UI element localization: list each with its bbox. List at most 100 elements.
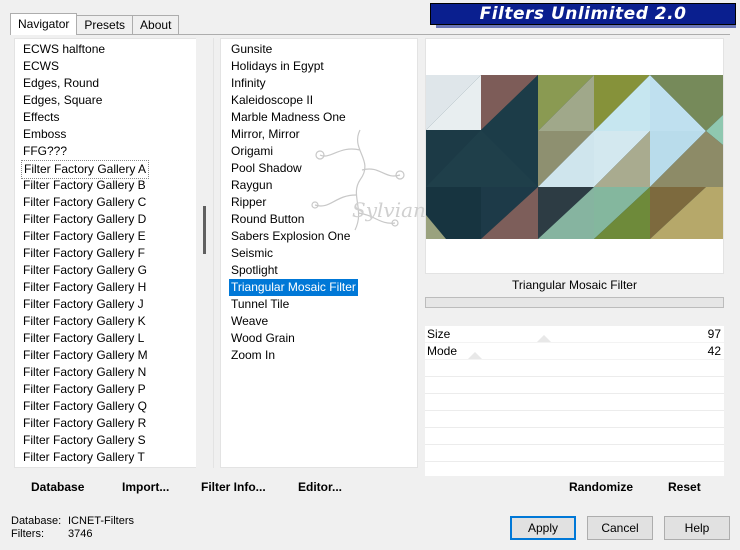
filter-item[interactable]: Triangular Mosaic Filter [221, 279, 417, 296]
param-size-slider-marker[interactable] [537, 335, 551, 342]
parameter-panel: Size 97 Mode 42 [425, 326, 724, 476]
filter-item[interactable]: Seismic [221, 245, 417, 262]
randomize-button[interactable]: Randomize [569, 480, 633, 494]
category-item[interactable]: Filter Factory Gallery J [15, 296, 213, 313]
category-item-label: Edges, Round [23, 76, 100, 90]
category-item[interactable]: FFG??? [15, 143, 213, 160]
preview-area [425, 38, 724, 274]
category-list[interactable]: ECWS halftone ECWS Edges, Round Edges, Squa… [14, 38, 214, 468]
database-button[interactable]: Database [31, 480, 84, 494]
filter-item[interactable]: Zoom In [221, 347, 417, 364]
category-item[interactable]: Filter Factory Gallery E [15, 228, 213, 245]
category-item[interactable]: Filter Factory Gallery D [15, 211, 213, 228]
param-empty-row [425, 411, 724, 428]
category-item[interactable]: Filter Factory Gallery A [15, 160, 213, 179]
param-size-row[interactable]: Size 97 [425, 326, 724, 343]
import-button[interactable]: Import... [122, 480, 169, 494]
filter-item[interactable]: Origami [221, 143, 417, 160]
category-scrollbar-thumb[interactable] [203, 206, 206, 254]
database-value: ICNET-Filters [68, 515, 134, 527]
filter-info-button[interactable]: Filter Info... [201, 480, 266, 494]
filter-item-label: Sabers Explosion One [231, 229, 351, 243]
filter-item-label: Gunsite [231, 42, 273, 56]
filter-item-label: Infinity [231, 76, 266, 90]
category-item[interactable]: Effects [15, 109, 213, 126]
filter-item[interactable]: Wood Grain [221, 330, 417, 347]
category-item-label: Filter Factory Gallery Q [23, 399, 148, 413]
category-item[interactable]: Edges, Round [15, 75, 213, 92]
filter-item[interactable]: Kaleidoscope II [221, 92, 417, 109]
category-item[interactable]: Filter Factory Gallery R [15, 415, 213, 432]
editor-button[interactable]: Editor... [298, 480, 342, 494]
category-item[interactable]: Edges, Square [15, 92, 213, 109]
filter-item[interactable]: Gunsite [221, 41, 417, 58]
category-item-label: ECWS [23, 59, 59, 73]
category-item[interactable]: Filter Factory Gallery K [15, 313, 213, 330]
filter-item[interactable]: Spotlight [221, 262, 417, 279]
filter-item-label: Kaleidoscope II [231, 93, 314, 107]
category-item[interactable]: Filter Factory Gallery P [15, 381, 213, 398]
category-item[interactable]: Filter Factory Gallery L [15, 330, 213, 347]
help-button[interactable]: Help [664, 516, 730, 540]
tab-about[interactable]: About [132, 15, 180, 35]
category-item[interactable]: Filter Factory Gallery S [15, 432, 213, 449]
filters-count-label: Filters: [11, 528, 44, 540]
filter-item[interactable]: Ripper [221, 194, 417, 211]
filter-item[interactable]: Sabers Explosion One [221, 228, 417, 245]
filter-item[interactable]: Holidays in Egypt [221, 58, 417, 75]
category-item-label: Filter Factory Gallery N [23, 365, 147, 379]
category-item-label: Filter Factory Gallery M [23, 348, 148, 362]
filter-item[interactable]: Round Button [221, 211, 417, 228]
tab-bar: Navigator Presets About [10, 13, 180, 35]
filter-item[interactable]: Pool Shadow [221, 160, 417, 177]
filter-item-label: Triangular Mosaic Filter [229, 279, 358, 296]
category-item[interactable]: Filter Factory Gallery M [15, 347, 213, 364]
apply-button[interactable]: Apply [510, 516, 576, 540]
category-item[interactable]: Filter Factory Gallery Q [15, 398, 213, 415]
tab-divider [10, 34, 730, 35]
param-empty-row [425, 445, 724, 462]
filter-item-label: Marble Madness One [231, 110, 346, 124]
category-item[interactable]: Emboss [15, 126, 213, 143]
category-scrollbar[interactable] [196, 38, 213, 468]
filter-list[interactable]: Gunsite Holidays in Egypt Infinity Kaleidos… [220, 38, 418, 468]
category-item-label: Effects [23, 110, 60, 124]
category-item[interactable]: Filter Factory Gallery N [15, 364, 213, 381]
status-info: Database: ICNET-Filters Filters: 3746 [11, 515, 134, 541]
category-item[interactable]: Filter Factory Gallery C [15, 194, 213, 211]
filter-item[interactable]: Infinity [221, 75, 417, 92]
param-mode-label: Mode [427, 344, 458, 358]
category-item[interactable]: Filter Factory Gallery T [15, 449, 213, 466]
category-item[interactable]: ECWS halftone [15, 41, 213, 58]
reset-button[interactable]: Reset [668, 480, 701, 494]
param-mode-slider-marker[interactable] [468, 352, 482, 359]
category-item[interactable]: Filter Factory Gallery F [15, 245, 213, 262]
category-item[interactable]: Filter Factory Gallery H [15, 279, 213, 296]
category-item-label: ECWS halftone [23, 42, 106, 56]
filter-item[interactable]: Tunnel Tile [221, 296, 417, 313]
category-items: ECWS halftone ECWS Edges, Round Edges, Squa… [15, 39, 213, 467]
category-item[interactable]: ECWS [15, 58, 213, 75]
preview-image [426, 75, 723, 239]
filter-item[interactable]: Mirror, Mirror [221, 126, 417, 143]
cancel-button[interactable]: Cancel [587, 516, 653, 540]
param-empty-row [425, 428, 724, 445]
filter-item-label: Round Button [231, 212, 305, 226]
selected-filter-label: Triangular Mosaic Filter [425, 274, 724, 296]
category-item-label: Filter Factory Gallery J [23, 297, 144, 311]
filter-item[interactable]: Weave [221, 313, 417, 330]
filter-item-label: Pool Shadow [231, 161, 302, 175]
filter-item[interactable]: Marble Madness One [221, 109, 417, 126]
banner-shadow [436, 25, 736, 28]
filter-item-label: Seismic [231, 246, 274, 260]
category-item-label: Filter Factory Gallery B [23, 178, 146, 192]
category-item[interactable]: Filter Factory Gallery G [15, 262, 213, 279]
filter-item-label: Weave [231, 314, 269, 328]
tab-presets[interactable]: Presets [76, 15, 134, 35]
filter-item[interactable]: Raygun [221, 177, 417, 194]
param-mode-row[interactable]: Mode 42 [425, 343, 724, 360]
category-item[interactable]: Filter Factory Gallery U [15, 466, 213, 467]
category-item[interactable]: Filter Factory Gallery B [15, 177, 213, 194]
category-item-label: Emboss [23, 127, 67, 141]
tab-navigator[interactable]: Navigator [10, 13, 78, 35]
